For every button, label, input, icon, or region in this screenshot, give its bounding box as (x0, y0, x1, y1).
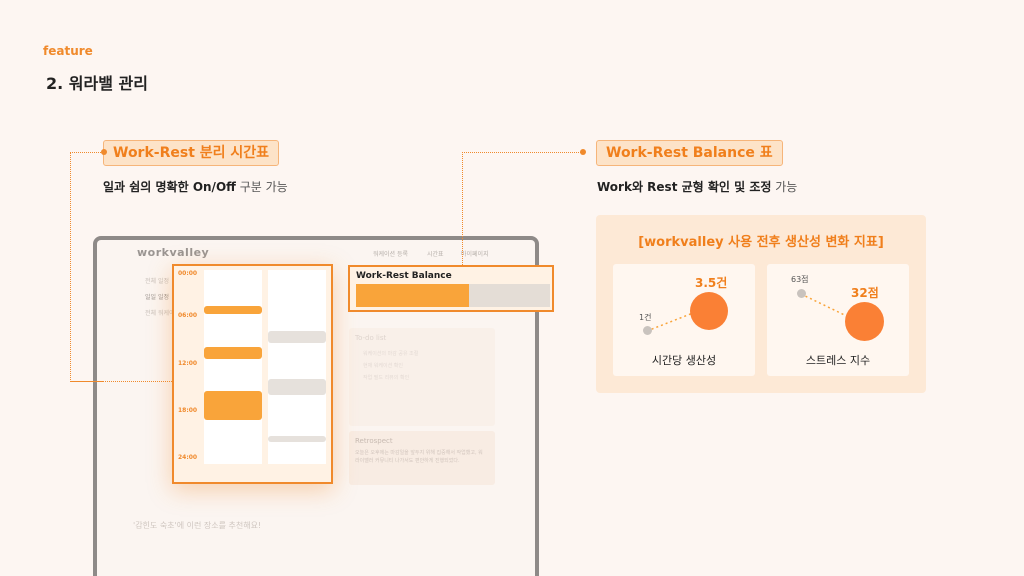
timetable-feature-description: 일과 쉼의 명확한 On/Off 구분 가능 (103, 178, 288, 195)
rest-column[interactable] (268, 270, 326, 464)
timetable-feature-tag: Work-Rest 분리 시간표 (103, 140, 280, 166)
balance-feature-tag: Work-Rest Balance 표 (596, 140, 783, 166)
timetable-highlight: 00:00 06:00 12:00 18:00 24:00 (172, 264, 333, 484)
productivity-panel: [workvalley 사용 전후 생산성 변화 지표] 1건 3.5건 시간당… (596, 215, 926, 393)
rest-block[interactable] (268, 379, 326, 396)
balance-highlight: Work-Rest Balance (348, 265, 554, 312)
todo-title: To-do list (355, 334, 387, 342)
retrospect-text: 오늘은 오후에는 마감일을 앞두지 위해 집중해서 작업했고, 워라이밸러 커뮤… (355, 450, 483, 464)
balance-track (356, 284, 550, 307)
metric-label: 스트레스 지수 (805, 354, 871, 367)
work-block[interactable] (204, 346, 262, 359)
nav-item-workation[interactable]: 워케이션 등록 (373, 249, 408, 258)
after-bubble (690, 292, 728, 330)
panel-title: [workvalley 사용 전후 생산성 변화 지표] (638, 235, 884, 250)
work-block[interactable] (204, 306, 262, 315)
retrospect-card: Retrospect 오늘은 오후에는 마감일을 앞두지 위해 집중해서 작업했… (349, 431, 495, 485)
before-marker (643, 326, 652, 335)
after-value: 32점 (851, 286, 879, 300)
balance-title: Work-Rest Balance (356, 271, 452, 281)
connector-left (70, 152, 103, 382)
todo-item[interactable]: 작업 필드 리뷰의 확인 (363, 374, 409, 381)
side-item-all[interactable]: 전체 일정 (145, 276, 169, 285)
metric-card-stress: 63점 32점 스트레스 지수 (767, 264, 909, 376)
balance-feature-description: Work와 Rest 균형 확인 및 조정 가능 (597, 178, 797, 195)
timetable-description-strong: 일과 쉼의 명확한 On/Off (103, 180, 236, 194)
after-value: 3.5건 (695, 276, 728, 290)
time-label: 12:00 (178, 360, 198, 367)
todo-item[interactable]: 워케이션의 마감 공유 조절 (363, 350, 418, 357)
nav-item-timetable[interactable]: 시간표 (427, 249, 444, 258)
slide-title: 2. 워라밸 관리 (46, 74, 148, 93)
connector-left-dot (101, 149, 107, 155)
todo-card: To-do list 워케이션의 마감 공유 조절 현재 워케이션 확인 작업 … (349, 328, 495, 426)
metric-label: 시간당 생산성 (651, 354, 717, 367)
before-value: 1건 (639, 313, 652, 322)
balance-description-light: 가능 (771, 180, 798, 194)
time-label: 06:00 (178, 312, 198, 319)
retrospect-title: Retrospect (355, 437, 393, 445)
timetable-description-light: 구분 가능 (235, 180, 288, 194)
balance-description-strong: Work와 Rest 균형 확인 및 조정 (597, 180, 772, 194)
recommend-note: '감힌도 숙초'에 이런 장소를 추천해요! (133, 521, 262, 530)
time-label: 18:00 (178, 407, 198, 414)
balance-work-fill (356, 284, 469, 307)
after-bubble (845, 302, 884, 341)
side-item-daily[interactable]: 일일 일정 (145, 292, 169, 301)
connector-right-dot (580, 149, 586, 155)
connector-left-bottom (70, 381, 172, 382)
rest-block[interactable] (268, 435, 326, 443)
rest-block[interactable] (268, 330, 326, 343)
feature-label: feature (43, 44, 93, 58)
time-label: 24:00 (178, 454, 198, 461)
work-column[interactable] (204, 270, 262, 464)
before-marker (797, 289, 806, 298)
before-value: 63점 (791, 275, 809, 284)
app-logo: workvalley (137, 246, 210, 259)
metric-card-productivity: 1건 3.5건 시간당 생산성 (613, 264, 755, 376)
time-label: 00:00 (178, 270, 198, 277)
connector-right (462, 152, 583, 265)
work-block[interactable] (204, 391, 262, 420)
todo-item[interactable]: 현재 워케이션 확인 (363, 362, 403, 369)
